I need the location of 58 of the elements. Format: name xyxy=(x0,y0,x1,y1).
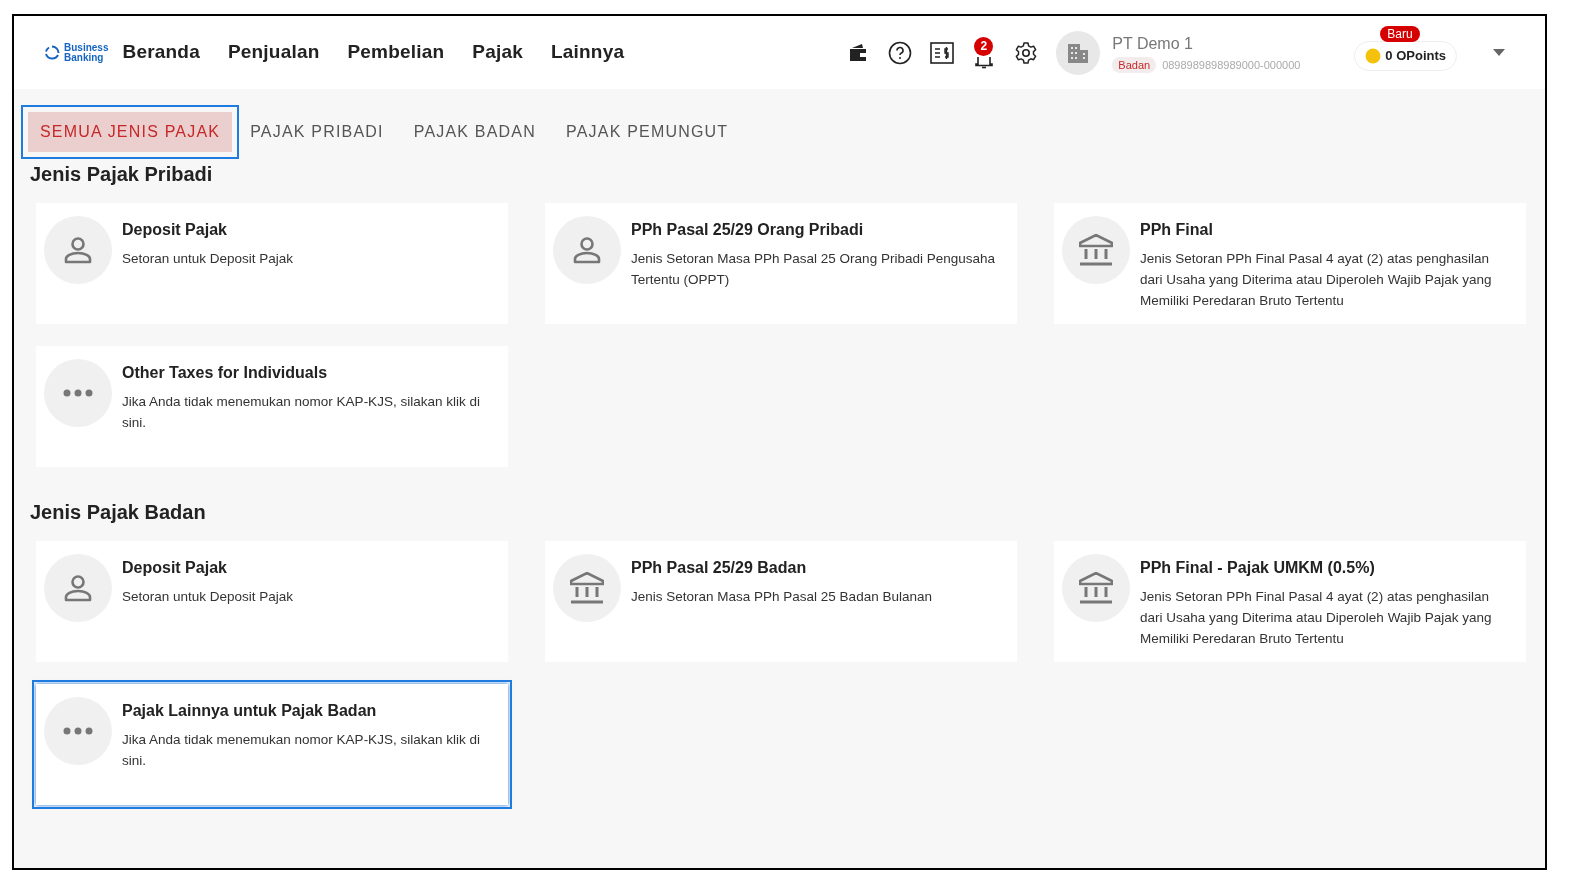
logo-text: Business xyxy=(64,42,109,53)
tab[interactable]: PAJAK PEMUNGUT xyxy=(554,112,741,152)
nav-link[interactable]: Lainnya xyxy=(550,38,625,67)
notification-badge: 2 xyxy=(974,36,994,56)
coin-icon xyxy=(1365,47,1382,64)
tab[interactable]: SEMUA JENIS PAJAK xyxy=(28,112,233,152)
bank-icon xyxy=(1079,572,1113,604)
card-title: Other Taxes for Individuals xyxy=(122,363,329,383)
card-description: Jika Anda tidak menemukan nomor KAP-KJS, silakan klik di sini. xyxy=(122,393,481,432)
logo-text: Banking xyxy=(64,52,105,63)
card-description: Jenis Setoran Masa PPh Pasal 25 Orang Pribadi Pengusaha Tertentu (OPPT) xyxy=(631,250,996,289)
nav-link[interactable]: Pembelian xyxy=(347,38,445,67)
tax-type-card[interactable]: PPh Final Jenis Setoran PPh Final Pasal 4 ayat (2) atas penghasilan dari Usaha yang Diterima atau Diperoleh Wajib Pajak yang Memiliki Peredaran Bruto Tertentu xyxy=(1054,203,1526,324)
card-title: PPh Final - Pajak UMKM (0.5%) xyxy=(1140,558,1376,578)
bell-icon[interactable] xyxy=(974,56,995,69)
company-type-tag: Badan xyxy=(1112,56,1157,74)
card-description: Jenis Setoran PPh Final Pasal 4 ayat (2) atas penghasilan dari Usaha yang Diterima atau Diperoleh Wajib Pajak yang Memiliki Peredaran Bruto Tertentu xyxy=(1140,588,1493,648)
card-title: PPh Pasal 25/29 Orang Pribadi xyxy=(631,220,865,240)
bank-icon xyxy=(1079,234,1113,266)
section-title: Jenis Pajak Pribadi xyxy=(30,162,214,187)
tab[interactable]: PAJAK BADAN xyxy=(401,112,548,152)
person-icon xyxy=(63,574,93,602)
nav-link[interactable]: Pajak xyxy=(472,38,523,67)
dropdown-caret-icon[interactable] xyxy=(1493,49,1505,56)
card-description: Setoran untuk Deposit Pajak xyxy=(122,588,294,606)
nav-link[interactable]: Beranda xyxy=(122,38,200,67)
settings-icon[interactable] xyxy=(1014,40,1039,65)
card-title: Deposit Pajak xyxy=(122,220,228,240)
company-id: 0898989898989000-000000 xyxy=(1162,57,1301,73)
help-icon[interactable] xyxy=(888,40,913,65)
tax-type-card[interactable]: PPh Pasal 25/29 Orang Pribadi Jenis Setoran Masa PPh Pasal 25 Orang Pribadi Pengusaha Tertentu (OPPT) xyxy=(545,203,1017,324)
section-title: Jenis Pajak Badan xyxy=(30,500,207,525)
invoice-icon[interactable] xyxy=(930,41,955,64)
person-icon xyxy=(63,236,93,264)
card-title: PPh Final xyxy=(1140,220,1214,240)
card-description: Jika Anda tidak menemukan nomor KAP-KJS, silakan klik di sini. xyxy=(122,731,481,770)
card-title: PPh Pasal 25/29 Badan xyxy=(631,558,808,578)
tax-type-card[interactable]: PPh Final - Pajak UMKM (0.5%) Jenis Setoran PPh Final Pasal 4 ayat (2) atas penghasilan dari Usaha yang Diterima atau Diperoleh Wajib Pajak yang Memiliki Peredaran Bruto Tertentu xyxy=(1054,541,1526,662)
person-icon xyxy=(572,236,602,264)
more-icon xyxy=(63,727,93,735)
points-button[interactable]: 0 OPoints xyxy=(1354,40,1457,71)
tax-type-card[interactable]: Other Taxes for Individuals Jika Anda tidak menemukan nomor KAP-KJS, silakan klik di sini. xyxy=(36,346,508,467)
card-description: Setoran untuk Deposit Pajak xyxy=(122,250,294,268)
card-description: Jenis Setoran Masa PPh Pasal 25 Badan Bulanan xyxy=(631,588,932,606)
tax-type-card[interactable]: Deposit Pajak Setoran untuk Deposit Pajak xyxy=(36,203,508,324)
card-description: Jenis Setoran PPh Final Pasal 4 ayat (2) atas penghasilan dari Usaha yang Diterima atau Diperoleh Wajib Pajak yang Memiliki Peredaran Bruto Tertentu xyxy=(1140,250,1493,310)
logo-icon xyxy=(44,44,60,61)
card-title: Deposit Pajak xyxy=(122,558,228,578)
more-icon xyxy=(63,389,93,397)
bank-icon xyxy=(570,572,604,604)
tax-type-card[interactable]: Deposit Pajak Setoran untuk Deposit Pajak xyxy=(36,541,508,662)
card-title: Pajak Lainnya untuk Pajak Badan xyxy=(122,701,378,721)
company-name: PT Demo 1 xyxy=(1112,33,1194,54)
new-badge: Baru xyxy=(1380,25,1420,42)
tab[interactable]: PAJAK PRIBADI xyxy=(238,112,396,152)
nav-link[interactable]: Penjualan xyxy=(227,38,320,67)
tax-type-card[interactable]: PPh Pasal 25/29 Badan Jenis Setoran Masa PPh Pasal 25 Badan Bulanan xyxy=(545,541,1017,662)
building-icon xyxy=(1066,41,1091,64)
